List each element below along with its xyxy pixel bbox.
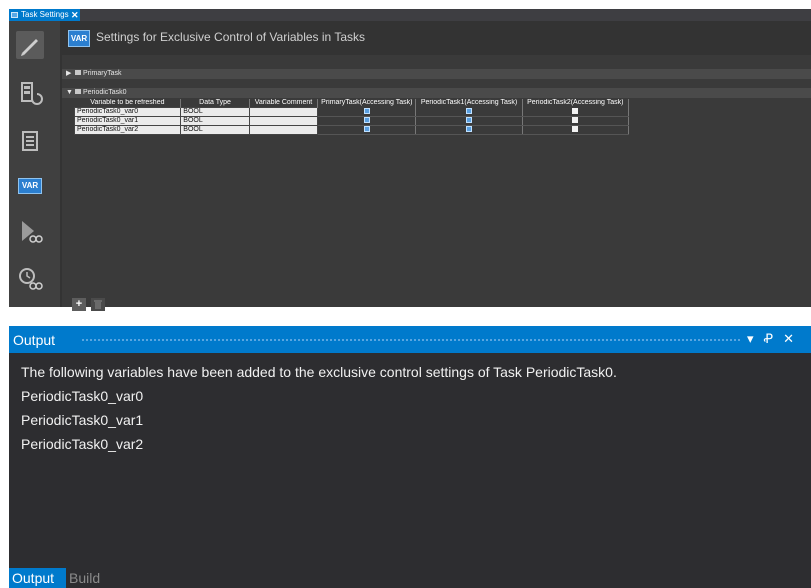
variable-cell[interactable]: PeriodicTask0_var1 <box>73 116 182 126</box>
periodic-task1-checkbox[interactable] <box>466 107 472 114</box>
periodic-task1-checkbox-cell <box>415 116 523 126</box>
primary-task-checkbox-cell <box>317 125 417 135</box>
run-glasses-icon[interactable] <box>16 217 44 245</box>
add-row-button[interactable]: + <box>72 298 86 311</box>
expand-arrow-icon[interactable]: ▶ <box>66 69 75 79</box>
task-settings-window: Task Settings ✕ VAR VAR Settings for Exc… <box>9 9 811 311</box>
dropdown-icon[interactable]: ▾ <box>747 331 754 347</box>
variables-grid: Variable to be refreshed Data Type Varia… <box>73 99 630 135</box>
periodic-task2-checkbox-cell <box>522 116 630 126</box>
data-type-cell[interactable]: BOOL <box>180 107 250 117</box>
primary-task-checkbox[interactable] <box>363 126 370 133</box>
group-header-primary-task[interactable]: ▶ PrimaryTask <box>62 69 811 79</box>
output-line: PeriodicTask0_var2 <box>21 436 144 452</box>
output-line: PeriodicTask0_var1 <box>21 412 144 428</box>
data-type-cell[interactable]: BOOL <box>180 125 250 135</box>
primary-task-checkbox-cell <box>317 116 417 126</box>
column-header-comment[interactable]: Variable Comment <box>249 99 319 108</box>
table-row[interactable]: PeriodicTask0_var1 BOOL <box>73 116 630 126</box>
column-header-periodic-task2[interactable]: PeriodicTask2(Accessing Task) <box>522 99 630 108</box>
periodic-task1-checkbox-cell <box>415 107 523 117</box>
column-header-periodic-task1[interactable]: PeriodicTask1(Accessing Task) <box>415 99 523 108</box>
periodic-task2-checkbox[interactable] <box>572 126 579 133</box>
output-tab-strip: Output Build <box>9 568 811 588</box>
folder-icon <box>75 70 81 75</box>
output-window-controls: ▾ Ꝓ ✕ <box>747 331 804 347</box>
document-tab-strip: Task Settings ✕ <box>9 9 811 21</box>
periodic-task2-checkbox[interactable] <box>572 107 579 114</box>
var-title-icon: VAR <box>68 30 90 47</box>
editor-title-bar: VAR Settings for Exclusive Control of Va… <box>62 21 811 55</box>
group-label: PrimaryTask <box>83 70 122 77</box>
primary-task-checkbox[interactable] <box>363 117 370 124</box>
periodic-task1-checkbox[interactable] <box>466 126 472 133</box>
primary-task-checkbox-cell <box>317 107 417 117</box>
comment-cell[interactable] <box>248 116 319 126</box>
collapse-arrow-icon[interactable]: ▼ <box>66 88 75 98</box>
output-title: Output <box>13 332 56 348</box>
clock-glasses-icon[interactable] <box>16 264 44 292</box>
primary-task-checkbox[interactable] <box>363 107 370 114</box>
delete-row-button[interactable] <box>91 298 105 311</box>
group-header-periodic-task0[interactable]: ▼ PeriodicTask0 <box>62 88 811 98</box>
table-row[interactable]: PeriodicTask0_var2 BOOL <box>73 125 630 135</box>
drag-grip[interactable] <box>81 338 741 342</box>
column-header-primary-task[interactable]: PrimaryTask(Accessing Task) <box>317 99 417 108</box>
group-label: PeriodicTask0 <box>83 89 127 96</box>
page-title: Settings for Exclusive Control of Variab… <box>96 30 366 44</box>
comment-cell[interactable] <box>248 125 319 135</box>
left-tool-rail: VAR <box>9 21 60 307</box>
list-icon[interactable] <box>16 127 44 155</box>
task-settings-tab-label: Task Settings <box>21 10 69 19</box>
grid-body: PeriodicTask0_var0 BOOL PeriodicTask0_var1… <box>73 107 630 135</box>
comment-cell[interactable] <box>248 107 319 117</box>
variable-cell[interactable]: PeriodicTask0_var0 <box>73 107 182 117</box>
output-log: The following variables have been added … <box>21 363 617 459</box>
var-icon[interactable]: VAR <box>16 172 44 200</box>
task-settings-tab[interactable]: Task Settings ✕ <box>9 9 80 21</box>
close-icon[interactable]: ✕ <box>783 331 794 347</box>
variable-cell[interactable]: PeriodicTask0_var2 <box>73 125 182 135</box>
var-badge-label: VAR <box>18 178 42 194</box>
tab-close-icon[interactable]: ✕ <box>71 9 79 21</box>
column-header-variable[interactable]: Variable to be refreshed <box>74 99 182 108</box>
pin-icon[interactable]: Ꝓ <box>764 331 774 347</box>
output-line: The following variables have been added … <box>21 364 617 380</box>
output-pane: Output ▾ Ꝓ ✕ The following variables have … <box>9 326 811 588</box>
periodic-task2-checkbox[interactable] <box>572 117 579 124</box>
task-settings-tab-icon <box>11 12 18 18</box>
data-type-cell[interactable]: BOOL <box>180 116 250 126</box>
periodic-task1-checkbox-cell <box>415 125 523 135</box>
pencil-icon[interactable] <box>16 31 44 59</box>
folder-icon <box>75 89 81 94</box>
table-row[interactable]: PeriodicTask0_var0 BOOL <box>73 107 630 117</box>
output-line: PeriodicTask0_var0 <box>21 388 144 404</box>
output-title-bar: Output ▾ Ꝓ ✕ <box>9 326 811 353</box>
periodic-task2-checkbox-cell <box>522 125 630 135</box>
editor-content: VAR Settings for Exclusive Control of Va… <box>62 21 811 311</box>
tab-build[interactable]: Build <box>66 568 103 588</box>
column-header-data-type[interactable]: Data Type <box>180 99 250 108</box>
grid-header-row: Variable to be refreshed Data Type Varia… <box>74 99 630 108</box>
io-icon[interactable] <box>16 79 44 107</box>
tab-output[interactable]: Output <box>9 568 66 588</box>
periodic-task2-checkbox-cell <box>522 107 630 117</box>
periodic-task1-checkbox[interactable] <box>466 117 472 124</box>
trash-icon <box>94 300 102 309</box>
